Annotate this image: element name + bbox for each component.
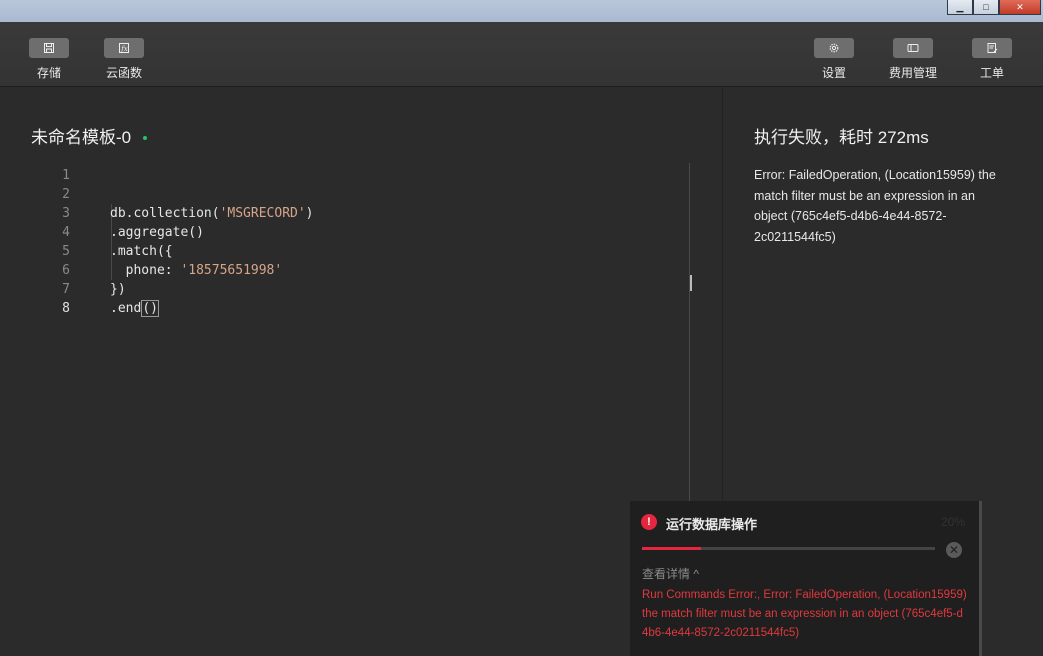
close-window-button[interactable]: ✕ — [999, 0, 1041, 15]
string-literal: 'MSGRECORD' — [219, 206, 306, 221]
notification-title: 运行数据库操作 — [666, 517, 758, 532]
settings-button[interactable]: 设置 — [804, 38, 864, 81]
code-line[interactable]: 8 .end() — [0, 299, 690, 318]
ticket-icon — [972, 38, 1012, 58]
os-title-bar: ▁ □ ✕ — [0, 0, 1043, 22]
status-dot-icon — [143, 135, 148, 140]
progress-percent: 20% — [940, 515, 965, 529]
function-icon: fx — [104, 38, 144, 58]
code-line[interactable]: 5 .match({ — [0, 242, 690, 261]
code-text: .match({ — [110, 244, 173, 259]
result-title: 执行失败，耗时 272ms — [754, 128, 929, 147]
line-number: 1 — [62, 168, 70, 183]
query-editor-panel: 未命名模板-0 1 2 3 db.collection('MSGRECORD') 4 .a… — [0, 88, 722, 656]
details-toggle[interactable]: 查看详情 ^ — [642, 565, 699, 582]
ticket-button[interactable]: 工单 — [962, 38, 1022, 81]
notification-error-text: Run Commands Error:, Error: FailedOperat… — [642, 589, 967, 639]
code-line[interactable]: 6 phone: '18575651998' — [0, 261, 690, 280]
code-text: .aggregate() — [110, 225, 204, 240]
save-icon — [29, 38, 69, 58]
line-number: 2 — [62, 187, 70, 202]
progress-fill — [642, 547, 701, 550]
operation-notification: ! 运行数据库操作 20% ✕ 查看详情 ^ Run Commands Erro… — [630, 501, 982, 656]
code-line[interactable]: 3 db.collection('MSGRECORD') — [0, 204, 690, 223]
window-controls: ▁ □ ✕ — [947, 0, 1041, 15]
settings-label: 设置 — [821, 66, 846, 80]
matched-brackets: () — [141, 300, 159, 317]
code-text: .end() — [110, 300, 159, 317]
editor-title: 未命名模板-0 — [31, 123, 148, 148]
svg-text:fx: fx — [120, 45, 128, 53]
code-line[interactable]: 2 — [0, 185, 690, 204]
cancel-icon[interactable]: ✕ — [946, 542, 962, 558]
code-text: }) — [110, 282, 126, 297]
line-number: 6 — [62, 263, 70, 278]
line-number: 8 — [62, 301, 70, 316]
billing-label: 费用管理 — [888, 66, 937, 80]
code-line[interactable]: 7}) — [0, 280, 690, 299]
storage-button[interactable]: 存储 — [19, 38, 79, 81]
maximize-button[interactable]: □ — [973, 0, 999, 15]
app-window: ▁ □ ✕ 存储 fx 云函数 设置 费用管理 工单 未命名模板-0 1 2 3… — [0, 0, 1043, 656]
billing-button[interactable]: 费用管理 — [883, 38, 943, 81]
storage-label: 存储 — [36, 66, 61, 80]
notification-scrollbar[interactable] — [979, 501, 982, 561]
ticket-label: 工单 — [979, 66, 1004, 80]
error-icon: ! — [641, 514, 657, 530]
line-number: 4 — [62, 225, 70, 240]
cloud-function-button[interactable]: fx 云函数 — [94, 38, 154, 81]
billing-icon — [893, 38, 933, 58]
code-line[interactable]: 1 — [0, 166, 690, 185]
minimize-button[interactable]: ▁ — [947, 0, 973, 15]
line-number: 7 — [62, 282, 70, 297]
gear-icon — [814, 38, 854, 58]
line-number: 5 — [62, 244, 70, 259]
string-literal: '18575651998' — [180, 263, 283, 278]
resize-handle[interactable] — [690, 275, 693, 291]
code-text: db.collection('MSGRECORD') — [110, 206, 314, 221]
result-error-message: Error: FailedOperation, (Location15959) … — [754, 168, 996, 244]
progress-bar — [642, 547, 935, 550]
template-name: 未命名模板-0 — [31, 128, 132, 147]
toolbar: 存储 fx 云函数 设置 费用管理 工单 — [0, 22, 1043, 87]
code-editor[interactable]: 1 2 3 db.collection('MSGRECORD') 4 .aggregate… — [0, 166, 690, 318]
code-line[interactable]: 4 .aggregate() — [0, 223, 690, 242]
code-text: phone: '18575651998' — [110, 263, 283, 278]
line-number: 3 — [62, 206, 70, 221]
cloud-function-label: 云函数 — [105, 66, 142, 80]
